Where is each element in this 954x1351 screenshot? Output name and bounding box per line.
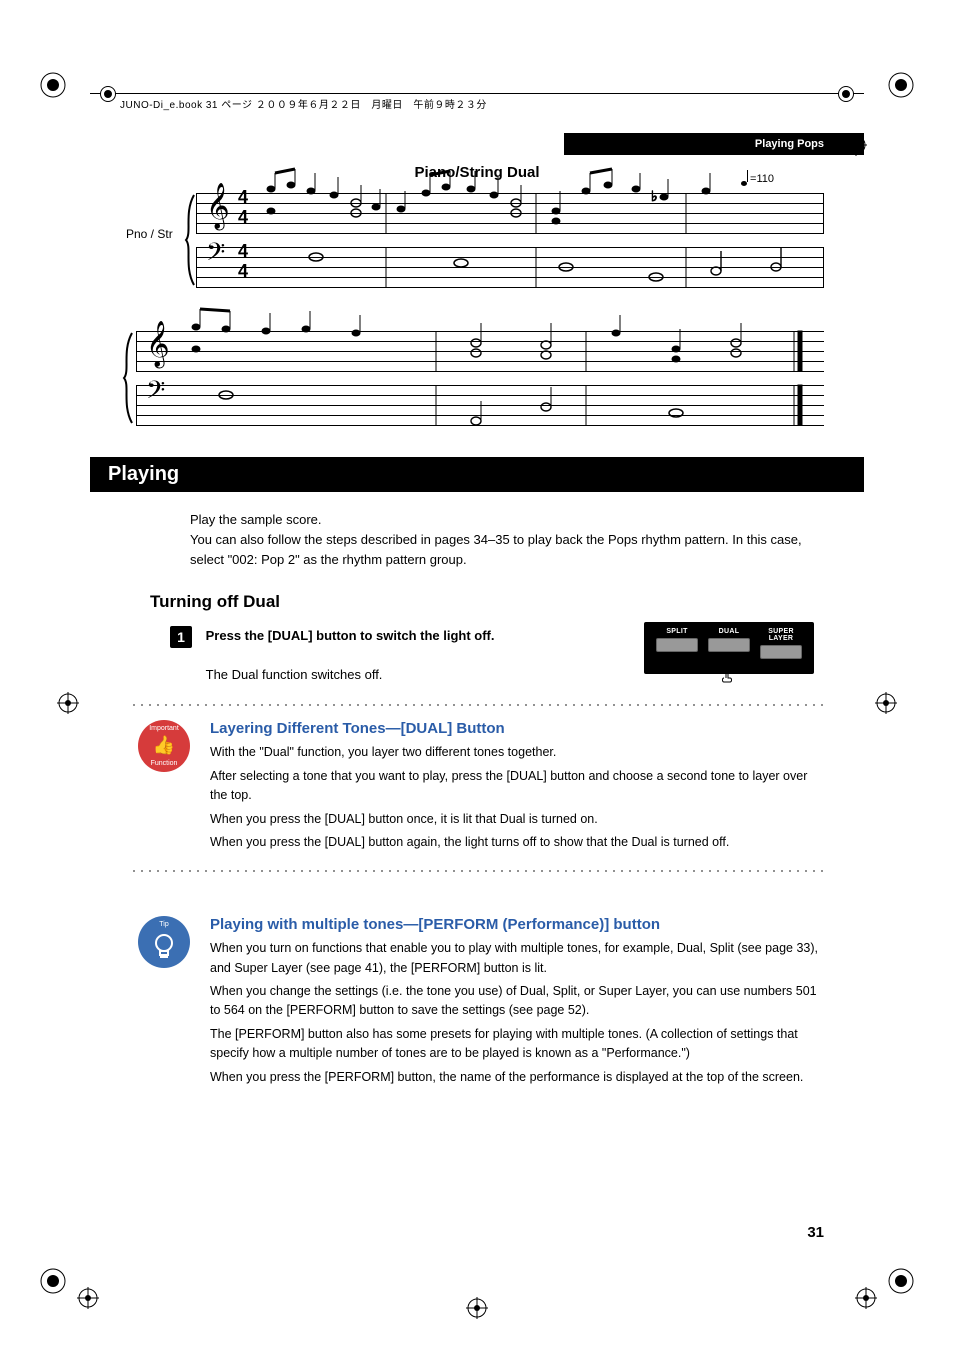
svg-text:4: 4 bbox=[238, 207, 248, 227]
badge-tip-top: Tip bbox=[138, 921, 190, 928]
binder-ring-left bbox=[100, 86, 116, 102]
register-mark-bl bbox=[75, 1285, 101, 1311]
perform-p3: The [PERFORM] button also has some prese… bbox=[210, 1025, 824, 1064]
section-heading-playing: Playing bbox=[90, 457, 864, 492]
page-number: 31 bbox=[807, 1224, 824, 1241]
register-corner-tl bbox=[38, 70, 68, 100]
subheading-turning-off: Turning off Dual bbox=[150, 592, 824, 612]
bass-staff-2: 𝄢 bbox=[136, 385, 824, 425]
score-system-2: 𝄞 bbox=[130, 323, 824, 433]
page: JUNO-Di_e.book 31 ページ ２００９年６月２２日 月曜日 午前９… bbox=[0, 0, 954, 1351]
callout-layering: Important 👍 Function Layering Different … bbox=[130, 720, 824, 852]
tip-badge: Tip bbox=[138, 916, 190, 968]
register-corner-br bbox=[886, 1266, 916, 1296]
step-number-1: 1 bbox=[170, 626, 192, 648]
treble-staff-2: 𝄞 bbox=[136, 331, 824, 371]
grand-staff-brace-2 bbox=[120, 331, 130, 425]
book-header-text: JUNO-Di_e.book 31 ページ ２００９年６月２２日 月曜日 午前９… bbox=[120, 96, 487, 111]
register-corner-bl bbox=[38, 1266, 68, 1296]
section-topbar-label: Playing Pops bbox=[564, 133, 864, 155]
register-mark-bm bbox=[464, 1295, 490, 1321]
treble-staff-1: 𝄞 4 4 bbox=[196, 193, 824, 233]
panel-btn-superlayer-label: SUPER LAYER bbox=[760, 628, 802, 642]
panel-btn-superlayer-cap bbox=[760, 645, 802, 659]
perform-p1: When you turn on functions that enable y… bbox=[210, 939, 824, 978]
thumbs-up-icon: 👍 bbox=[138, 735, 190, 756]
playing-line1: Play the sample score. bbox=[190, 510, 824, 530]
panel-btn-superlayer: SUPER LAYER bbox=[760, 628, 802, 659]
panel-btn-split: SPLIT bbox=[656, 628, 698, 652]
svg-text:𝄞: 𝄞 bbox=[206, 183, 230, 231]
bass-notes-2: 𝄢 bbox=[176, 373, 864, 433]
score-title: Piano/String Dual bbox=[130, 164, 824, 181]
svg-text:𝄞: 𝄞 bbox=[146, 321, 170, 369]
panel-btn-dual: DUAL bbox=[708, 628, 750, 652]
panel-btn-split-label: SPLIT bbox=[656, 628, 698, 635]
perform-p4: When you press the [PERFORM] button, the… bbox=[210, 1068, 824, 1087]
dotted-separator-2 bbox=[130, 870, 824, 872]
svg-text:𝄢: 𝄢 bbox=[146, 377, 165, 410]
step-1-bold: Press the [DUAL] button to switch the li… bbox=[206, 628, 495, 643]
content-area: Piano/String Dual =110 Pno / Str 𝄞 4 4 bbox=[130, 160, 824, 1091]
playing-line2: You can also follow the steps described … bbox=[190, 530, 824, 570]
layering-p3: When you press the [DUAL] button once, i… bbox=[210, 810, 824, 829]
callout-perform: Tip Playing with multiple tones—[PERFORM… bbox=[130, 916, 824, 1087]
panel-btn-dual-label: DUAL bbox=[708, 628, 750, 635]
layering-title: Layering Different Tones—[DUAL] Button bbox=[210, 720, 824, 737]
svg-text:♭: ♭ bbox=[651, 188, 658, 204]
step-1-body: The Dual function switches off. bbox=[206, 667, 383, 682]
layering-p1: With the "Dual" function, you layer two … bbox=[210, 743, 824, 762]
perform-p2: When you change the settings (i.e. the t… bbox=[210, 982, 824, 1021]
panel-illustration: SPLIT DUAL SUPER LAYER bbox=[644, 622, 814, 674]
dotted-separator-1 bbox=[130, 704, 824, 706]
perform-title: Playing with multiple tones—[PERFORM (Pe… bbox=[210, 916, 824, 933]
pointing-finger-icon bbox=[716, 664, 736, 684]
instrument-label: Pno / Str bbox=[126, 227, 173, 241]
svg-text:4: 4 bbox=[238, 261, 248, 281]
bass-notes-1: 𝄢 4 4 bbox=[236, 235, 864, 295]
grand-staff-brace bbox=[182, 193, 192, 287]
section-topbar: Playing Pops bbox=[90, 133, 864, 155]
badge-important-bottom: Function bbox=[138, 760, 190, 767]
register-corner-tr bbox=[886, 70, 916, 100]
important-function-badge: Important 👍 Function bbox=[138, 720, 190, 772]
step-1-row: 1 Press the [DUAL] button to switch the … bbox=[170, 626, 824, 686]
step-1-text: Press the [DUAL] button to switch the li… bbox=[206, 626, 586, 685]
layering-p2: After selecting a tone that you want to … bbox=[210, 767, 824, 806]
register-mark-br bbox=[853, 1285, 879, 1311]
panel-btn-dual-cap bbox=[708, 638, 750, 652]
lightbulb-icon bbox=[138, 931, 190, 966]
svg-text:4: 4 bbox=[238, 187, 248, 207]
register-mark-mr bbox=[873, 690, 899, 716]
register-mark-ml bbox=[55, 690, 81, 716]
panel-btn-split-cap bbox=[656, 638, 698, 652]
badge-important-top: Important bbox=[138, 725, 190, 732]
bass-staff-1: 𝄢 4 4 bbox=[196, 247, 824, 287]
playing-body: Play the sample score. You can also foll… bbox=[190, 510, 824, 570]
svg-text:𝄢: 𝄢 bbox=[206, 239, 225, 272]
binder-ring-right bbox=[838, 86, 854, 102]
svg-text:4: 4 bbox=[238, 241, 248, 261]
header-rule bbox=[90, 93, 864, 94]
layering-p4: When you press the [DUAL] button again, … bbox=[210, 833, 824, 852]
score-system-1: Pno / Str 𝄞 4 4 bbox=[130, 185, 824, 295]
